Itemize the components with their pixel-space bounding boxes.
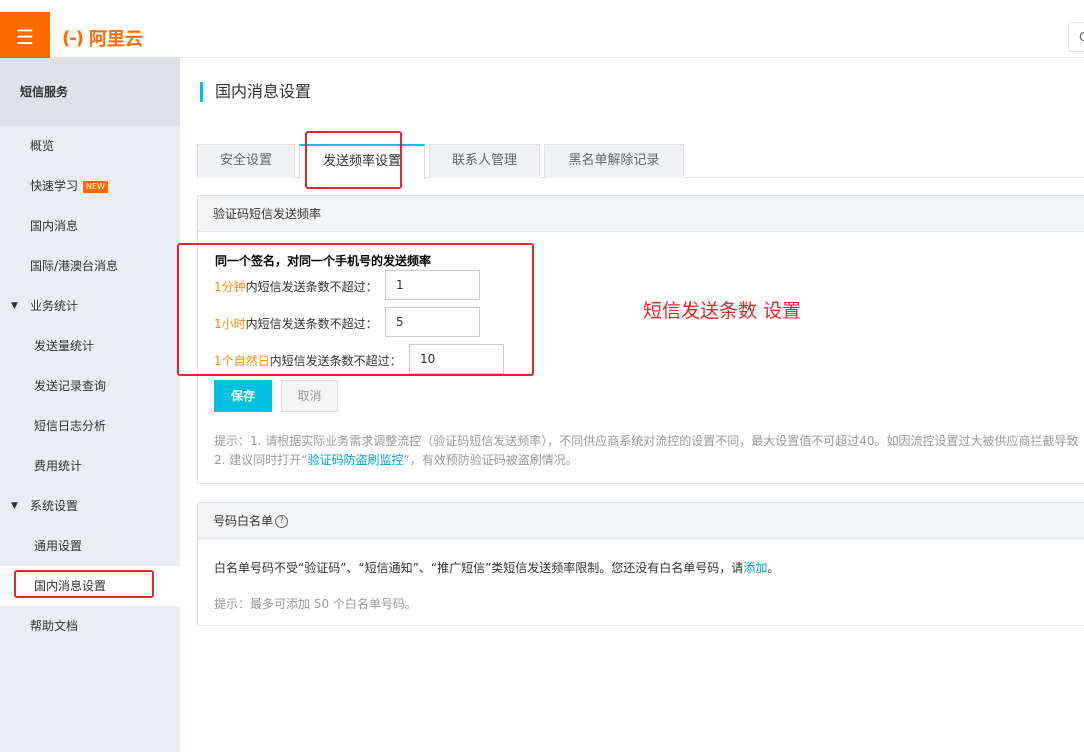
whitelist-panel-title: 号码白名单?: [198, 503, 1084, 539]
aliyun-logo-mark: (-): [62, 27, 84, 49]
per-day-text: 内短信发送条数不超过：: [269, 354, 402, 368]
page-title: 国内消息设置: [200, 80, 311, 104]
per-minute-label: 1分钟内短信发送条数不超过：: [214, 278, 378, 295]
sidebar-item-label: 快速学习: [30, 179, 79, 193]
sidebar-title: 短信服务: [0, 58, 180, 126]
per-hour-text: 内短信发送条数不超过：: [245, 317, 378, 331]
whitelist-title-text: 号码白名单: [213, 514, 274, 528]
whitelist-tip: 提示：最多可添加 50 个白名单号码。: [214, 597, 417, 611]
whitelist-panel: 号码白名单? 白名单号码不受“验证码”、“短信通知”、“推广短信”类短信发送频率…: [197, 502, 1084, 626]
tab-contact-management[interactable]: 联系人管理: [429, 144, 540, 178]
per-minute-text: 内短信发送条数不超过：: [245, 280, 378, 294]
search-icon: Q: [1079, 30, 1084, 44]
tab-blacklist-release-records[interactable]: 黑名单解除记录: [544, 144, 684, 178]
frequency-panel: 验证码短信发送频率 同一个签名，对同一个手机号的发送频率 1分钟内短信发送条数不…: [197, 195, 1084, 484]
caret-down-icon: ▼: [11, 301, 18, 311]
sidebar-item-label: 系统设置: [30, 499, 79, 513]
anti-fraud-monitor-link[interactable]: 验证码防盗刷监控: [307, 453, 403, 467]
sidebar-item-domestic-messages[interactable]: 国内消息: [0, 206, 180, 246]
sidebar-item-label: 通用设置: [34, 539, 83, 553]
sidebar-item-label: 概览: [30, 139, 55, 153]
tip-line-2: 2. 建议同时打开“验证码防盗刷监控”，有效预防验证码被盗刷情况。: [214, 451, 578, 468]
cancel-button[interactable]: 取消: [281, 380, 338, 412]
sidebar-item-quick-learn[interactable]: 快速学习 NEW: [0, 166, 180, 206]
aliyun-logo-text: 阿里云: [88, 29, 143, 50]
search-input[interactable]: Q: [1068, 22, 1084, 52]
caret-down-icon: ▼: [11, 501, 18, 511]
tip2-prefix: 2. 建议同时打开“: [214, 453, 308, 467]
hamburger-menu-icon[interactable]: ☰: [0, 12, 50, 62]
sidebar-item-label: 费用统计: [34, 459, 83, 473]
tab-frequency-settings[interactable]: 发送频率设置: [299, 144, 425, 179]
sidebar-item-label: 国际/港澳台消息: [30, 259, 119, 273]
per-hour-limit-input[interactable]: 5: [385, 307, 480, 337]
main-content: 国内消息设置 安全设置 发送频率设置 联系人管理 黑名单解除记录 验证码短信发送…: [180, 58, 1084, 752]
tab-bar: 安全设置 发送频率设置 联系人管理 黑名单解除记录: [197, 144, 1084, 179]
sidebar-item-send-volume-stats[interactable]: 发送量统计: [0, 326, 180, 366]
sidebar: 短信服务 概览 快速学习 NEW 国内消息 国际/港澳台消息 ▼ 业务统计 发送量统…: [0, 58, 180, 752]
aliyun-logo[interactable]: (-) 阿里云: [62, 24, 143, 52]
whitelist-desc-text: 白名单号码不受“验证码”、“短信通知”、“推广短信”类短信发送频率限制。您还没有…: [214, 561, 744, 575]
new-badge: NEW: [83, 180, 108, 193]
sidebar-item-domestic-message-settings[interactable]: 国内消息设置: [0, 566, 180, 606]
add-whitelist-link[interactable]: 添加: [743, 561, 767, 575]
per-day-limit-input[interactable]: 10: [409, 344, 504, 374]
tab-security-settings[interactable]: 安全设置: [197, 144, 295, 178]
top-bar: ☰ (-) 阿里云 Q: [0, 0, 1084, 62]
sidebar-item-label: 发送记录查询: [34, 379, 107, 393]
sidebar-group-business-stats[interactable]: ▼ 业务统计: [0, 286, 180, 326]
per-hour-highlight: 1小时: [214, 317, 246, 331]
help-icon[interactable]: ?: [275, 515, 289, 528]
sidebar-item-help-docs[interactable]: 帮助文档: [0, 606, 180, 646]
sidebar-item-overview[interactable]: 概览: [0, 126, 180, 166]
annotation-text: 短信发送条数 设置: [643, 300, 802, 322]
per-hour-label: 1小时内短信发送条数不超过：: [214, 315, 378, 332]
rule-title: 同一个签名，对同一个手机号的发送频率: [215, 254, 432, 268]
per-minute-limit-input[interactable]: 1: [385, 270, 480, 300]
per-day-label: 1个自然日内短信发送条数不超过：: [214, 352, 402, 369]
sidebar-item-cost-stats[interactable]: 费用统计: [0, 446, 180, 486]
tip2-suffix: ”，有效预防验证码被盗刷情况。: [403, 453, 578, 467]
save-button[interactable]: 保存: [214, 380, 272, 412]
per-day-highlight: 1个自然日: [214, 354, 270, 368]
sidebar-group-system-settings[interactable]: ▼ 系统设置: [0, 486, 180, 526]
sidebar-item-send-record-query[interactable]: 发送记录查询: [0, 366, 180, 406]
frequency-panel-title: 验证码短信发送频率: [198, 196, 1084, 232]
sidebar-item-sms-log-analysis[interactable]: 短信日志分析: [0, 406, 180, 446]
sidebar-item-label: 国内消息: [30, 219, 79, 233]
per-minute-highlight: 1分钟: [214, 280, 246, 294]
sidebar-item-label: 帮助文档: [30, 619, 79, 633]
whitelist-description: 白名单号码不受“验证码”、“短信通知”、“推广短信”类短信发送频率限制。您还没有…: [214, 559, 779, 576]
sidebar-item-general-settings[interactable]: 通用设置: [0, 526, 180, 566]
sidebar-item-label: 业务统计: [30, 299, 79, 313]
tip-line-1: 提示：1. 请根据实际业务需求调整流控（验证码短信发送频率），不同供应商系统对流…: [214, 434, 1079, 448]
sidebar-item-label: 国内消息设置: [34, 579, 107, 593]
sidebar-item-international-messages[interactable]: 国际/港澳台消息: [0, 246, 180, 286]
sidebar-item-label: 发送量统计: [34, 339, 95, 353]
sidebar-item-label: 短信日志分析: [34, 419, 107, 433]
whitelist-desc-end: 。: [767, 561, 780, 575]
